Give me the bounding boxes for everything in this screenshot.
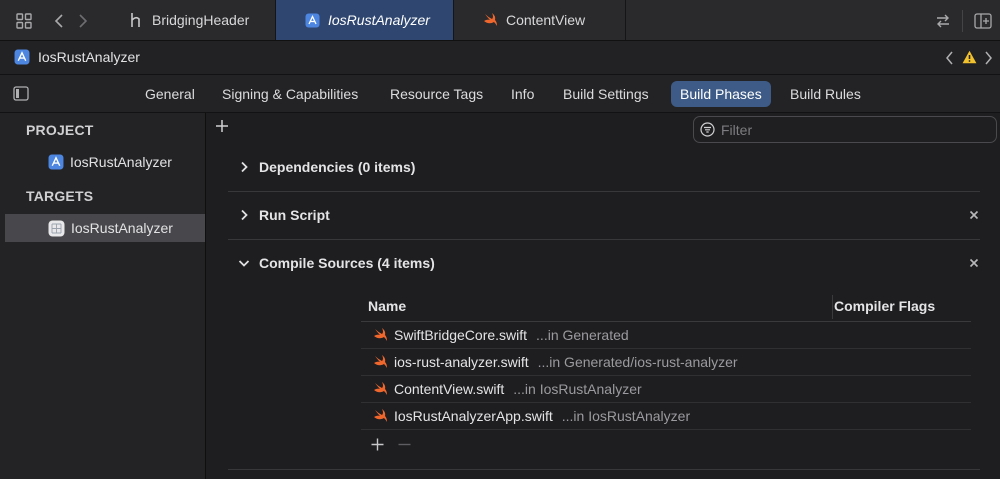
close-icon[interactable] — [968, 209, 980, 221]
tab-general[interactable]: General — [136, 81, 204, 107]
editor-tab-bar: General Signing & Capabilities Resource … — [0, 75, 1000, 113]
swift-icon — [373, 328, 388, 342]
jump-bar: IosRustAnalyzer — [0, 41, 1000, 75]
warning-icon[interactable] — [962, 50, 977, 64]
close-icon[interactable] — [968, 257, 980, 269]
swift-icon — [373, 382, 388, 396]
chevron-right-icon[interactable] — [238, 209, 250, 221]
file-name: ContentView.swift — [394, 381, 505, 397]
filter-icon — [700, 122, 715, 137]
project-navigator: PROJECT IosRustAnalyzer TARGETS IosRustA… — [0, 113, 206, 479]
previous-issue-icon[interactable] — [946, 51, 954, 65]
add-file-button[interactable] — [371, 438, 384, 451]
back-chevron-icon[interactable] — [50, 12, 68, 30]
table-row[interactable]: SwiftBridgeCore.swift ...in Generated — [361, 322, 971, 349]
phase-compile-sources[interactable]: Compile Sources (4 items) — [228, 240, 980, 288]
phase-title: Run Script — [259, 207, 330, 223]
table-row[interactable]: ContentView.swift ...in IosRustAnalyzer — [361, 376, 971, 403]
tab-signing-capabilities[interactable]: Signing & Capabilities — [213, 81, 367, 107]
h-header-icon — [128, 12, 144, 28]
swift-icon — [373, 355, 388, 369]
build-phases-editor: Dependencies (0 items) Run Script Compil… — [207, 113, 1000, 479]
next-issue-icon[interactable] — [984, 51, 992, 65]
table-actions — [361, 430, 971, 458]
tab-bridging-header[interactable]: BridgingHeader — [104, 0, 276, 40]
targets-section-header: TARGETS — [26, 188, 94, 204]
file-location: ...in Generated/ios-rust-analyzer — [537, 354, 738, 370]
column-header-compiler-flags[interactable]: Compiler Flags — [834, 298, 935, 314]
chevron-right-icon[interactable] — [238, 161, 250, 173]
add-build-phase-button[interactable] — [215, 119, 229, 133]
file-location: ...in IosRustAnalyzer — [513, 381, 642, 397]
table-header: Name Compiler Flags — [361, 293, 971, 322]
phase-title: Compile Sources (4 items) — [259, 255, 435, 271]
file-name: ios-rust-analyzer.swift — [394, 354, 529, 370]
tab-info[interactable]: Info — [502, 81, 543, 107]
column-header-name[interactable]: Name — [368, 298, 406, 314]
file-location: ...in IosRustAnalyzer — [561, 408, 691, 424]
swift-icon — [373, 409, 388, 423]
app-target-icon — [48, 220, 65, 237]
chevron-down-icon[interactable] — [238, 257, 250, 269]
project-section-header: PROJECT — [26, 122, 94, 138]
table-row[interactable]: IosRustAnalyzerApp.swift ...in IosRustAn… — [361, 403, 971, 430]
remove-file-button[interactable] — [398, 438, 411, 451]
swap-arrows-icon[interactable] — [934, 12, 952, 30]
xcode-project-icon — [304, 12, 320, 28]
sidebar-item-target[interactable]: IosRustAnalyzer — [5, 214, 205, 242]
grid-icon[interactable] — [15, 12, 33, 30]
tab-build-phases[interactable]: Build Phases — [671, 81, 771, 107]
tab-resource-tags[interactable]: Resource Tags — [381, 81, 492, 107]
phase-title: Dependencies (0 items) — [259, 159, 416, 175]
tab-bar: BridgingHeader IosRustAnalyzer ContentVi… — [0, 0, 1000, 41]
tab-content-view[interactable]: ContentView — [454, 0, 626, 40]
phase-run-script[interactable]: Run Script — [228, 192, 980, 240]
breadcrumb-project[interactable]: IosRustAnalyzer — [38, 49, 140, 65]
add-editor-icon[interactable] — [974, 12, 992, 30]
tab-label: IosRustAnalyzer — [328, 12, 430, 28]
file-name: SwiftBridgeCore.swift — [394, 327, 528, 343]
breadcrumb[interactable]: IosRustAnalyzer — [14, 49, 140, 65]
xcode-project-icon — [14, 49, 30, 65]
file-location: ...in Generated — [536, 327, 629, 343]
xcode-project-icon — [48, 154, 64, 170]
sidebar-toggle-icon[interactable] — [13, 86, 29, 101]
forward-chevron-icon[interactable] — [74, 12, 92, 30]
table-row[interactable]: ios-rust-analyzer.swift ...in Generated/… — [361, 349, 971, 376]
swift-icon — [482, 12, 498, 28]
divider — [228, 469, 980, 470]
file-name: IosRustAnalyzerApp.swift — [394, 408, 553, 424]
compile-sources-table: Name Compiler Flags SwiftBridgeCore.swif… — [361, 293, 971, 458]
tab-label: ContentView — [506, 12, 586, 28]
tab-build-settings[interactable]: Build Settings — [554, 81, 658, 107]
filter-field[interactable] — [693, 116, 997, 143]
filter-input[interactable] — [721, 121, 981, 138]
phase-dependencies[interactable]: Dependencies (0 items) — [228, 144, 980, 192]
sidebar-item-label: IosRustAnalyzer — [71, 220, 173, 236]
sidebar-item-label: IosRustAnalyzer — [70, 154, 172, 170]
tab-ios-rust-analyzer[interactable]: IosRustAnalyzer — [276, 0, 454, 40]
sidebar-item-project[interactable]: IosRustAnalyzer — [5, 148, 205, 176]
tab-build-rules[interactable]: Build Rules — [781, 81, 870, 107]
tab-label: BridgingHeader — [152, 12, 250, 28]
